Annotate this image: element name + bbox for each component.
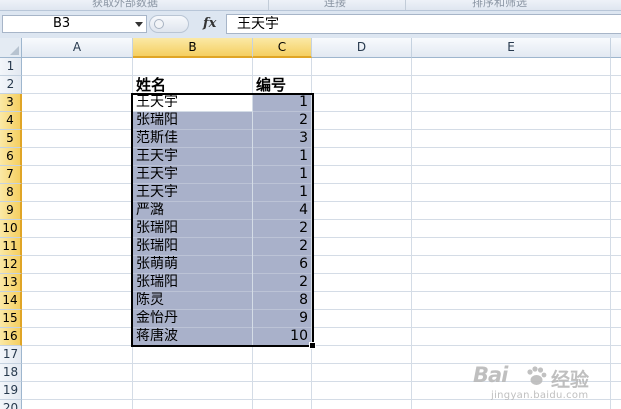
fill-handle[interactable] (309, 342, 316, 349)
name-cell[interactable]: 王天宇 (133, 94, 252, 112)
name-cell[interactable]: 张瑞阳 (133, 112, 252, 130)
row-header[interactable]: 8 (0, 184, 22, 202)
ribbon-separator (405, 0, 406, 10)
id-cell[interactable]: 9 (253, 310, 311, 328)
row-header[interactable]: 12 (0, 256, 22, 274)
name-cell[interactable]: 王天宇 (133, 184, 252, 202)
id-cell[interactable]: 3 (253, 130, 311, 148)
id-cell[interactable]: 2 (253, 112, 311, 130)
formula-bar-resize-handle[interactable] (149, 15, 189, 33)
watermark-brand-text: 经验 (551, 369, 590, 391)
id-cell[interactable]: 8 (253, 292, 311, 310)
watermark-url: jingyan.baidu.com (491, 390, 589, 401)
name-cell[interactable]: 金怡丹 (133, 310, 252, 328)
chevron-down-icon[interactable] (135, 22, 143, 27)
id-cell[interactable]: 1 (253, 166, 311, 184)
name-cell[interactable]: 王天宇 (133, 166, 252, 184)
paw-icon (527, 366, 547, 385)
id-cell[interactable]: 4 (253, 202, 311, 220)
worksheet-grid: A B C D E F 1 2 3 4 5 6 7 8 9 10 11 12 1… (0, 38, 621, 409)
ribbon-group-labels: 获取外部数据 连接 排序和筛选 (0, 0, 621, 11)
row-header[interactable]: 17 (0, 346, 22, 364)
row-header[interactable]: 3 (0, 94, 22, 112)
name-box[interactable]: B3 (2, 15, 147, 33)
id-cell[interactable]: 1 (253, 184, 311, 202)
name-cell[interactable]: 张瑞阳 (133, 238, 252, 256)
select-all-triangle-icon (10, 46, 19, 55)
ribbon-group-sort-filter[interactable]: 排序和筛选 (472, 0, 527, 10)
row-header[interactable]: 16 (0, 328, 22, 346)
column-header-b[interactable]: B (133, 38, 253, 58)
row-header[interactable]: 10 (0, 220, 22, 238)
select-all-button[interactable] (0, 38, 22, 58)
cell-area[interactable]: 姓名 编号 王天宇 1 张瑞阳 2 范斯佳 3 王天宇 1 王天宇 1 王天宇 1 严潞 4 张瑞阳 2 张瑞阳… (22, 58, 621, 409)
name-cell[interactable]: 张瑞阳 (133, 274, 252, 292)
cell-c2-id-header[interactable]: 编号 (253, 77, 311, 95)
column-header-e[interactable]: E (412, 38, 611, 58)
name-cell[interactable]: 王天宇 (133, 148, 252, 166)
row-header[interactable]: 20 (0, 400, 22, 409)
row-header[interactable]: 9 (0, 202, 22, 220)
handle-grip-icon (154, 19, 164, 29)
row-header[interactable]: 7 (0, 166, 22, 184)
row-header[interactable]: 5 (0, 130, 22, 148)
row-header[interactable]: 11 (0, 238, 22, 256)
row-header[interactable]: 2 (0, 76, 22, 94)
row-header[interactable]: 1 (0, 58, 22, 76)
name-cell[interactable]: 张萌萌 (133, 256, 252, 274)
row-header[interactable]: 18 (0, 364, 22, 382)
name-cell[interactable]: 蒋唐波 (133, 328, 252, 346)
row-header[interactable]: 6 (0, 148, 22, 166)
name-cell[interactable]: 陈灵 (133, 292, 252, 310)
row-header[interactable]: 19 (0, 382, 22, 400)
ribbon-group-connections[interactable]: 连接 (324, 0, 346, 10)
ribbon-group-get-external-data[interactable]: 获取外部数据 (92, 0, 158, 10)
id-cell[interactable]: 10 (253, 328, 311, 346)
insert-function-icon[interactable]: fx (203, 16, 216, 31)
column-header-d[interactable]: D (312, 38, 412, 58)
column-header-f[interactable]: F (611, 38, 621, 58)
ribbon-separator (268, 0, 269, 10)
column-headers: A B C D E F (22, 38, 621, 58)
name-cell[interactable]: 张瑞阳 (133, 220, 252, 238)
formula-input[interactable]: 王天宇 (226, 14, 621, 34)
id-cell[interactable]: 1 (253, 94, 311, 112)
cell-b2-name-header[interactable]: 姓名 (133, 77, 252, 95)
id-cell[interactable]: 2 (253, 238, 311, 256)
name-cell[interactable]: 范斯佳 (133, 130, 252, 148)
row-header[interactable]: 13 (0, 274, 22, 292)
baidu-jingyan-watermark: Bai 经验 jingyan.baidu.com (473, 363, 615, 403)
watermark-logo-text: Bai (473, 363, 508, 387)
id-cell[interactable]: 2 (253, 274, 311, 292)
id-cell[interactable]: 6 (253, 256, 311, 274)
column-header-c[interactable]: C (253, 38, 312, 58)
row-header[interactable]: 14 (0, 292, 22, 310)
row-header[interactable]: 4 (0, 112, 22, 130)
formula-bar: B3 fx 王天宇 (0, 11, 621, 39)
id-cell[interactable]: 2 (253, 220, 311, 238)
name-box-value: B3 (53, 16, 71, 31)
row-header[interactable]: 15 (0, 310, 22, 328)
id-cell[interactable]: 1 (253, 148, 311, 166)
name-cell[interactable]: 严潞 (133, 202, 252, 220)
column-header-a[interactable]: A (22, 38, 133, 58)
